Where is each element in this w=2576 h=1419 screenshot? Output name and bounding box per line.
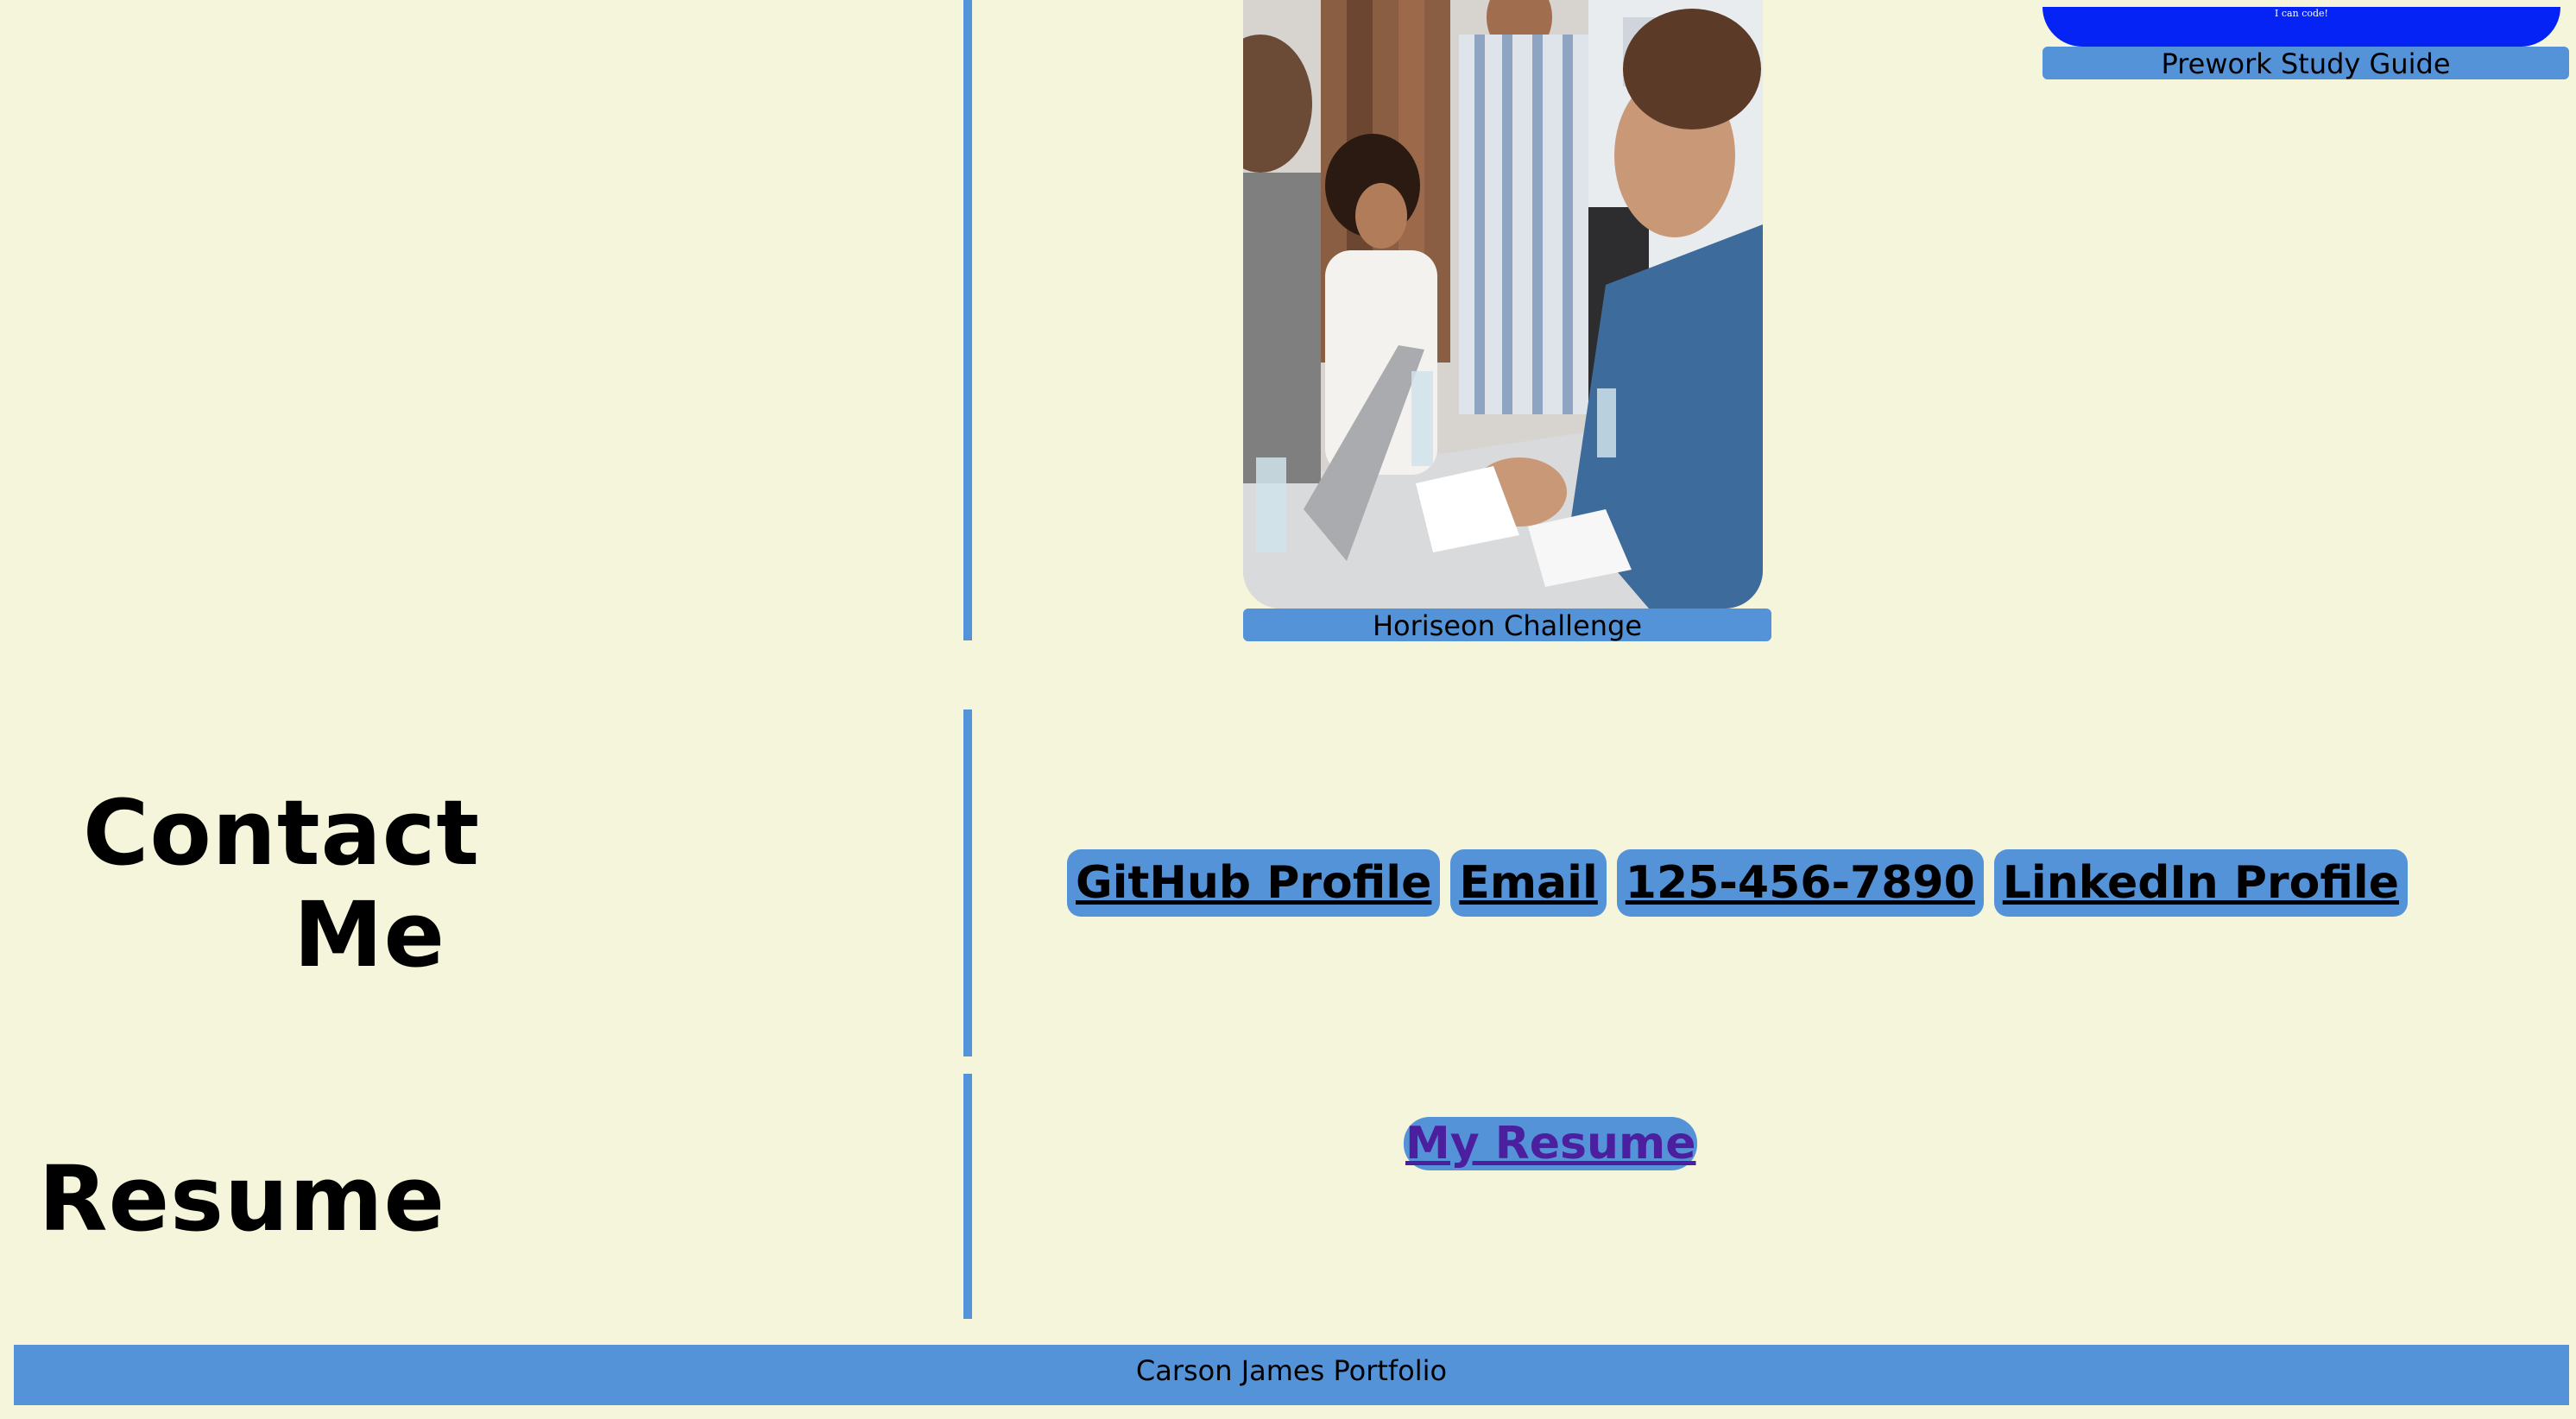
github-profile-link[interactable]: GitHub Profile: [1067, 849, 1441, 917]
resume-section-title: Resume: [14, 1148, 445, 1250]
contact-divider: [963, 710, 972, 1056]
email-link[interactable]: Email: [1450, 849, 1607, 917]
resume-divider: [963, 1074, 972, 1319]
horiseon-project-image[interactable]: [1243, 0, 1763, 609]
linkedin-profile-link[interactable]: LinkedIn Profile: [1993, 849, 2409, 917]
footer: Carson James Portfolio: [14, 1345, 2569, 1405]
portfolio-divider: [963, 0, 972, 640]
contact-title-text: Contact Me: [83, 780, 481, 987]
resume-title-text: Resume: [38, 1146, 445, 1252]
contact-links: GitHub Profile Email 125-456-7890 Linked…: [1067, 849, 2409, 917]
prework-card-label[interactable]: Prework Study Guide: [2042, 47, 2569, 80]
team-meeting-photo: [1243, 0, 1763, 609]
phone-link[interactable]: 125-456-7890: [1616, 849, 1984, 917]
contact-section-title: Contact Me: [83, 782, 479, 986]
footer-text: Carson James Portfolio: [1135, 1354, 1448, 1387]
prework-project-image[interactable]: I can code!: [2042, 7, 2560, 47]
prework-image-text: I can code!: [2275, 8, 2328, 19]
horiseon-card-label[interactable]: Horiseon Challenge: [1243, 609, 1771, 642]
my-resume-link[interactable]: My Resume: [1404, 1117, 1698, 1170]
